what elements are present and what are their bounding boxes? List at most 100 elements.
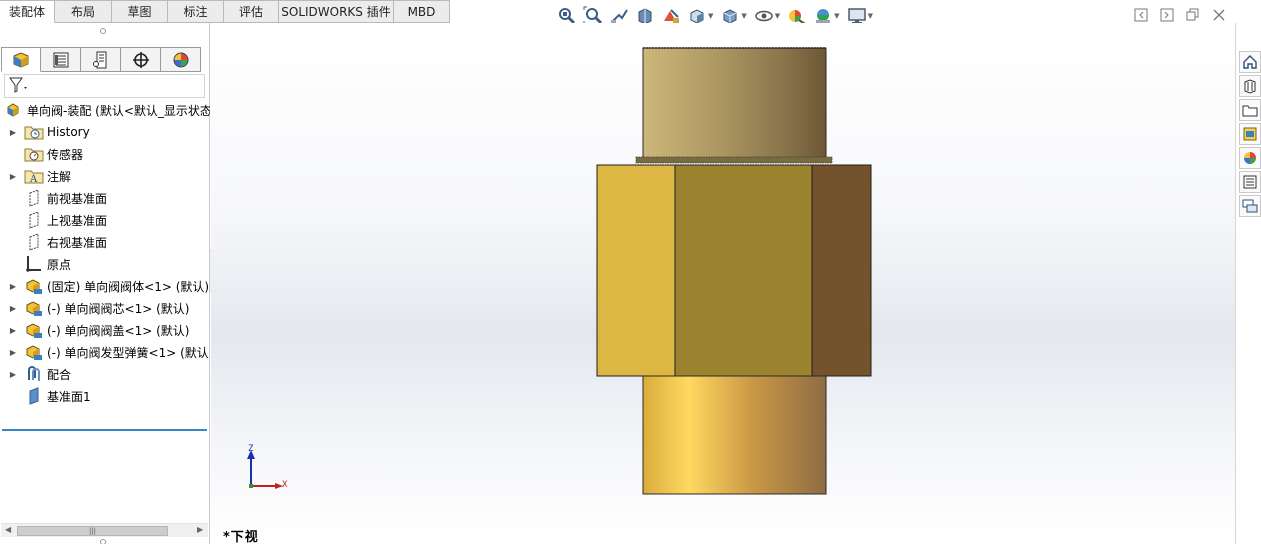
hex-face-center xyxy=(674,164,813,377)
feature-tree: 单向阀-装配 (默认<默认_显示状态 ▶ History 传感器 ▶ A 注解 xyxy=(0,99,210,407)
tree-item-label: 原点 xyxy=(47,257,72,272)
tree-item-label: 上视基准面 xyxy=(47,213,108,228)
tree-item-front-plane[interactable]: 前视基准面 xyxy=(0,187,210,209)
tab-evaluate[interactable]: 评估 xyxy=(224,0,279,23)
triad-z-label: Z xyxy=(248,444,254,454)
panel-grip-icon[interactable] xyxy=(100,28,106,34)
hex-face-left xyxy=(596,164,676,377)
configuration-manager-icon[interactable] xyxy=(81,47,121,72)
thread-seam xyxy=(635,156,833,164)
annotations-icon: A xyxy=(24,167,44,185)
scroll-right-icon[interactable]: ▶ xyxy=(197,525,203,534)
scroll-thumb[interactable]: ||| xyxy=(17,526,168,536)
task-pane xyxy=(1235,23,1261,544)
assembly-icon xyxy=(4,101,24,119)
tree-item-label: (-) 单向阀阀盖<1> (默认) xyxy=(47,323,190,338)
tree-item-right-plane[interactable]: 右视基准面 xyxy=(0,231,210,253)
view-settings-caret-icon[interactable]: ▼ xyxy=(868,12,873,20)
tab-sketch[interactable]: 草图 xyxy=(112,0,168,23)
window-controls xyxy=(1128,6,1232,24)
part-icon xyxy=(24,299,44,317)
plane-icon xyxy=(24,387,44,405)
svg-text:A: A xyxy=(29,174,38,185)
mates-icon xyxy=(24,365,44,383)
apply-scene-caret-icon[interactable]: ▼ xyxy=(834,12,839,20)
feature-manager-panel: 单向阀-装配 (默认<默认_显示状态 ▶ History 传感器 ▶ A 注解 xyxy=(0,23,210,544)
tree-item-valve-spring[interactable]: ▶ (-) 单向阀发型弹簧<1> (默认 xyxy=(0,341,210,363)
view-name-label: *下视 xyxy=(223,530,259,544)
restore-icon[interactable] xyxy=(1180,6,1206,24)
view-orientation-caret-icon[interactable]: ▼ xyxy=(708,12,713,20)
tree-item-label: 传感器 xyxy=(47,147,84,162)
tree-item-plane1[interactable]: 基准面1 xyxy=(0,385,210,407)
hide-show-caret-icon[interactable]: ▼ xyxy=(775,12,780,20)
tree-item-label: 前视基准面 xyxy=(47,191,108,206)
close-icon[interactable] xyxy=(1206,6,1232,24)
display-style-caret-icon[interactable]: ▼ xyxy=(741,12,746,20)
view-palette-icon[interactable] xyxy=(1239,123,1261,145)
tree-item-label: (-) 单向阀阀芯<1> (默认) xyxy=(47,301,190,316)
tree-item-valve-body[interactable]: ▶ (固定) 单向阀阀体<1> (默认) xyxy=(0,275,210,297)
dimxpert-icon[interactable] xyxy=(121,47,161,72)
expand-arrow-icon[interactable]: ▶ xyxy=(8,326,18,335)
sensor-icon xyxy=(24,145,44,163)
tree-item-label: 右视基准面 xyxy=(47,235,108,250)
expand-arrow-icon[interactable]: ▶ xyxy=(8,348,18,357)
tree-item-label: (固定) 单向阀阀体<1> (默认) xyxy=(47,279,210,294)
tree-item-sensors[interactable]: 传感器 xyxy=(0,143,210,165)
tree-filter-box[interactable] xyxy=(4,74,205,98)
tree-item-top-plane[interactable]: 上视基准面 xyxy=(0,209,210,231)
tree-item-origin[interactable]: 原点 xyxy=(0,253,210,275)
origin-icon xyxy=(24,255,44,273)
tab-mbd[interactable]: MBD xyxy=(394,0,450,23)
expand-arrow-icon[interactable]: ▶ xyxy=(8,172,18,181)
hex-face-right xyxy=(811,164,872,377)
tree-item-annotations[interactable]: ▶ A 注解 xyxy=(0,165,210,187)
tile-right-icon[interactable] xyxy=(1154,6,1180,24)
part-icon xyxy=(24,277,44,295)
custom-properties-icon[interactable] xyxy=(1239,171,1261,193)
valve-body-cylinder xyxy=(642,375,827,495)
tree-item-label: History xyxy=(47,125,90,139)
tab-solidworks-addins[interactable]: SOLIDWORKS 插件 xyxy=(279,0,394,23)
filter-icon[interactable] xyxy=(8,76,30,97)
forum-icon[interactable] xyxy=(1239,195,1261,217)
feature-manager-icon[interactable] xyxy=(1,47,41,72)
tile-left-icon[interactable] xyxy=(1128,6,1154,24)
expand-arrow-icon[interactable]: ▶ xyxy=(8,370,18,379)
plane-icon xyxy=(24,233,44,251)
tree-horizontal-scrollbar[interactable]: ◀ ||| ▶ xyxy=(1,523,208,537)
triad-x-label: X xyxy=(282,480,288,490)
tab-assembly[interactable]: 装配体 xyxy=(0,0,55,23)
tree-item-valve-cover[interactable]: ▶ (-) 单向阀阀盖<1> (默认) xyxy=(0,319,210,341)
expand-arrow-icon[interactable]: ▶ xyxy=(8,282,18,291)
file-explorer-icon[interactable] xyxy=(1239,99,1261,121)
tree-root-label: 单向阀-装配 (默认<默认_显示状态 xyxy=(27,103,210,118)
history-folder-icon xyxy=(24,123,44,141)
manager-tabs xyxy=(1,47,201,72)
part-icon xyxy=(24,343,44,361)
tab-markup[interactable]: 标注 xyxy=(168,0,224,23)
tree-item-valve-core[interactable]: ▶ (-) 单向阀阀芯<1> (默认) xyxy=(0,297,210,319)
expand-arrow-icon[interactable]: ▶ xyxy=(8,128,18,137)
plane-icon xyxy=(24,189,44,207)
tree-item-label: 基准面1 xyxy=(47,389,91,404)
tree-item-label: 注解 xyxy=(47,169,72,184)
plane-icon xyxy=(24,211,44,229)
tree-item-mates[interactable]: ▶ 配合 xyxy=(0,363,210,385)
check-valve-model[interactable] xyxy=(211,23,1235,544)
tree-root-assembly[interactable]: 单向阀-装配 (默认<默认_显示状态 xyxy=(0,99,210,121)
appearances-icon[interactable] xyxy=(1239,147,1261,169)
display-manager-icon[interactable] xyxy=(161,47,201,72)
tab-layout[interactable]: 布局 xyxy=(55,0,112,23)
scroll-left-icon[interactable]: ◀ xyxy=(5,525,11,534)
command-tabs: 装配体 布局 草图 标注 评估 SOLIDWORKS 插件 MBD xyxy=(0,0,450,23)
property-manager-icon[interactable] xyxy=(41,47,81,72)
design-library-icon[interactable] xyxy=(1239,75,1261,97)
graphics-area[interactable]: Z X *下视 xyxy=(211,23,1235,544)
expand-arrow-icon[interactable]: ▶ xyxy=(8,304,18,313)
panel-bottom-grip-icon[interactable] xyxy=(100,539,106,544)
tree-item-history[interactable]: ▶ History xyxy=(0,121,210,143)
rollback-bar[interactable] xyxy=(2,429,207,431)
solidworks-resources-icon[interactable] xyxy=(1239,51,1261,73)
